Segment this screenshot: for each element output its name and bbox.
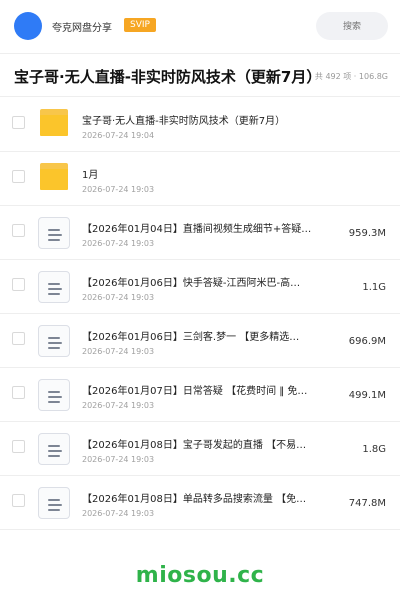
share-title-bar: 宝子哥·无人直播-非实时防风技术（更新7月） 共 492 项 · 106.8G: [0, 53, 400, 97]
checkbox[interactable]: [12, 224, 25, 237]
list-item[interactable]: 【2026年01月06日】快手答疑-江西阿米巴-高… 2026-07-24 19…: [0, 260, 400, 314]
item-name[interactable]: 【2026年01月04日】直播间视频生成细节+答疑…: [82, 220, 328, 235]
checkbox[interactable]: [12, 116, 25, 129]
checkbox[interactable]: [12, 494, 25, 507]
item-size: 499.1M: [348, 390, 386, 401]
page-title: 宝子哥·无人直播-非实时防风技术（更新7月）: [14, 68, 322, 86]
item-name[interactable]: 【2026年01月08日】宝子哥发起的直播 【不易…: [82, 436, 328, 451]
checkbox[interactable]: [12, 386, 25, 399]
avatar[interactable]: [14, 12, 42, 40]
document-icon: [38, 433, 70, 465]
document-icon: [38, 271, 70, 303]
document-icon: [38, 379, 70, 411]
item-size: 696.9M: [348, 336, 386, 347]
app-header: 夸克网盘分享 SVIP: [0, 0, 400, 52]
list-item[interactable]: 【2026年01月04日】直播间视频生成细节+答疑… 2026-07-24 19…: [0, 206, 400, 260]
list-item[interactable]: 【2026年01月08日】宝子哥发起的直播 【不易… 2026-07-24 19…: [0, 422, 400, 476]
item-name[interactable]: 宝子哥·无人直播-非实时防风技术（更新7月）: [82, 112, 382, 127]
checkbox[interactable]: [12, 170, 25, 183]
checkbox[interactable]: [12, 332, 25, 345]
list-item[interactable]: 【2026年01月06日】三剑客.梦一 【更多精选… 2026-07-24 19…: [0, 314, 400, 368]
item-size: 1.8G: [362, 444, 386, 455]
item-date: 2026-07-24 19:04: [82, 131, 155, 140]
document-icon: [38, 487, 70, 519]
item-name[interactable]: 【2026年01月08日】单品转多品搜索流量 【免…: [82, 490, 328, 505]
item-date: 2026-07-24 19:03: [82, 509, 155, 518]
folder-icon: [38, 109, 70, 141]
brand-name: 夸克网盘分享: [52, 23, 112, 34]
item-size: 1.1G: [362, 282, 386, 293]
svip-badge[interactable]: SVIP: [124, 18, 156, 32]
document-icon: [38, 217, 70, 249]
list-item[interactable]: 1月 2026-07-24 19:03: [0, 152, 400, 206]
item-date: 2026-07-24 19:03: [82, 185, 155, 194]
item-date: 2026-07-24 19:03: [82, 347, 155, 356]
item-name[interactable]: 【2026年01月07日】日常答疑 【花费时间 ‖ 免…: [82, 382, 328, 397]
checkbox[interactable]: [12, 440, 25, 453]
share-meta: 共 492 项 · 106.8G: [314, 72, 388, 81]
list-item[interactable]: 宝子哥·无人直播-非实时防风技术（更新7月） 2026-07-24 19:04: [0, 98, 400, 152]
document-icon: [38, 325, 70, 357]
checkbox[interactable]: [12, 278, 25, 291]
item-name[interactable]: 【2026年01月06日】快手答疑-江西阿米巴-高…: [82, 274, 328, 289]
watermark: miosou.cc: [135, 563, 265, 588]
item-date: 2026-07-24 19:03: [82, 401, 155, 410]
item-date: 2026-07-24 19:03: [82, 239, 155, 248]
item-size: 959.3M: [348, 228, 386, 239]
item-name[interactable]: 1月: [82, 166, 382, 181]
item-size: 747.8M: [348, 498, 386, 509]
search-input[interactable]: [316, 12, 388, 40]
folder-icon: [38, 163, 70, 195]
list-item[interactable]: 【2026年01月07日】日常答疑 【花费时间 ‖ 免… 2026-07-24 …: [0, 368, 400, 422]
item-date: 2026-07-24 19:03: [82, 293, 155, 302]
file-list: 宝子哥·无人直播-非实时防风技术（更新7月） 2026-07-24 19:04 …: [0, 98, 400, 530]
item-date: 2026-07-24 19:03: [82, 455, 155, 464]
list-item[interactable]: 【2026年01月08日】单品转多品搜索流量 【免… 2026-07-24 19…: [0, 476, 400, 530]
item-name[interactable]: 【2026年01月06日】三剑客.梦一 【更多精选…: [82, 328, 328, 343]
